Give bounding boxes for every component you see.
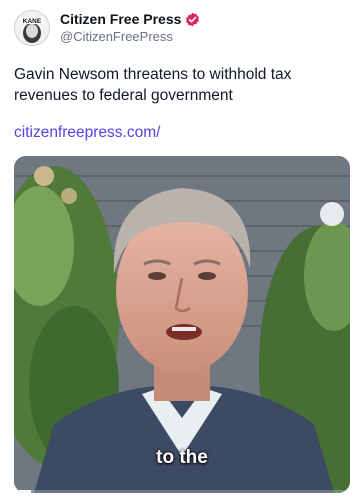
video-progress-fill (14, 490, 31, 493)
author-name[interactable]: Citizen Free Press (60, 11, 181, 28)
post-link[interactable]: citizenfreepress.com/ (14, 122, 160, 143)
video-progress-bar[interactable] (14, 490, 350, 493)
svg-text:KANE: KANE (23, 18, 42, 25)
author-handle[interactable]: @CitizenFreePress (60, 29, 200, 45)
avatar-image: KANE (15, 11, 49, 45)
post-text: Gavin Newsom threatens to withhold tax r… (14, 66, 292, 104)
avatar[interactable]: KANE (14, 10, 50, 46)
post-header: KANE Citizen Free Press @CitizenFreePres… (14, 10, 200, 46)
video-player[interactable]: to the (14, 156, 350, 493)
video-caption: to the (156, 447, 208, 468)
video-frame (14, 156, 350, 493)
verified-badge-icon (186, 12, 200, 27)
